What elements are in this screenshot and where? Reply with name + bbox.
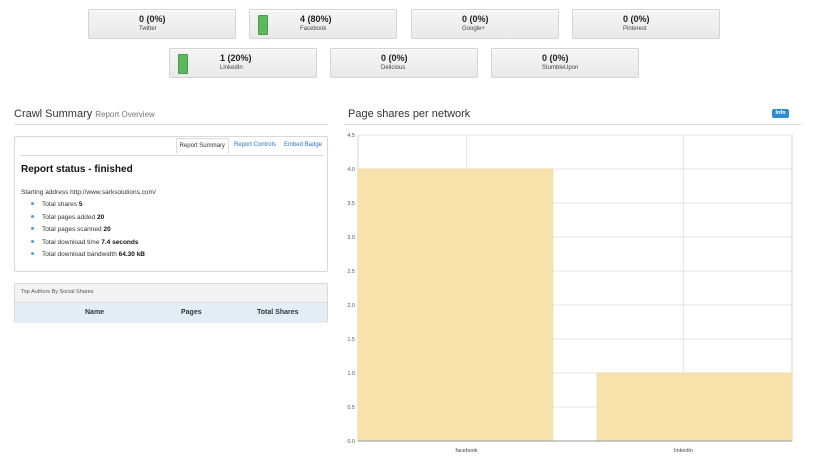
- network-name: Facebook: [300, 26, 327, 32]
- y-tick-label: 4.0: [347, 167, 355, 173]
- x-tick-label: linkedin: [674, 448, 693, 454]
- column-total-shares[interactable]: Total Shares: [257, 309, 299, 316]
- network-tile-twitter[interactable]: 0 (0%) Twitter: [88, 9, 236, 39]
- report-tabs: Report Summary Report Controls Embed Bad…: [174, 138, 325, 154]
- crawl-summary-title: Crawl Summary Report Overview: [14, 108, 155, 120]
- network-tile-facebook[interactable]: 4 (80%) Facebook: [249, 9, 397, 39]
- bullet-icon: [31, 202, 34, 206]
- share-count: 0 (0%): [623, 14, 650, 24]
- share-count: 0 (0%): [381, 53, 408, 63]
- crawl-summary-heading: Crawl Summary: [14, 108, 93, 120]
- tab-divider: [19, 155, 323, 156]
- bullet-icon: [31, 214, 34, 218]
- top-authors-title: Top Authors By Social Shares: [21, 289, 94, 295]
- y-tick-label: 3.5: [347, 201, 355, 207]
- stat-label: Total download bandwidth: [42, 251, 117, 258]
- report-status-heading: Report status - finished: [21, 164, 133, 175]
- column-pages[interactable]: Pages: [181, 309, 202, 316]
- y-tick-label: 3.0: [347, 235, 355, 241]
- bullet-icon: [31, 227, 34, 231]
- share-count: 4 (80%): [300, 14, 332, 24]
- share-count: 0 (0%): [462, 14, 489, 24]
- share-bar-icon: [178, 54, 188, 74]
- share-count: 0 (0%): [542, 53, 569, 63]
- stat-value: 7.4 seconds: [101, 238, 139, 246]
- report-stats-list: Total shares 5 Total pages added 20 Total …: [21, 201, 145, 264]
- network-name: Pinterest: [623, 26, 647, 32]
- stat-value: 5: [78, 201, 83, 208]
- starting-address: Starting address http://www.sarksolution…: [21, 189, 156, 196]
- top-authors-header: Top Authors By Social Shares: [15, 284, 327, 303]
- network-tile-google[interactable]: 0 (0%) Google+: [411, 9, 559, 39]
- stat-label: Total shares: [42, 201, 78, 208]
- network-tile-delicious[interactable]: 0 (0%) Delicious: [330, 48, 478, 78]
- bar-facebook: [357, 168, 554, 442]
- page-shares-title: Page shares per network: [348, 108, 471, 120]
- stat-label: Total pages added: [42, 213, 96, 221]
- bullet-icon: [31, 239, 34, 243]
- y-tick-label: 1.5: [347, 337, 355, 343]
- stat-item: Total download bandwidth 64.30 kB: [21, 251, 145, 264]
- bar-linkedin: [596, 372, 793, 442]
- stat-item: Total pages scanned 20: [21, 226, 145, 239]
- stat-label: Total download time: [42, 238, 100, 246]
- network-tile-stumbleupon[interactable]: 0 (0%) StumbleUpon: [491, 48, 639, 78]
- tab-report-summary[interactable]: Report Summary: [175, 138, 229, 154]
- stat-value: 20: [96, 213, 105, 221]
- report-overview-subtitle: Report Overview: [95, 110, 155, 119]
- network-name: Delicious: [381, 65, 406, 71]
- crawl-summary-divider: [14, 124, 328, 125]
- network-tile-pinterest[interactable]: 0 (0%) Pinterest: [572, 9, 720, 39]
- y-tick-label: 0.0: [347, 439, 355, 445]
- bullet-icon: [31, 252, 34, 256]
- network-name: StumbleUpon: [542, 65, 579, 71]
- y-tick-label: 2.0: [347, 303, 355, 309]
- stat-label: Total pages scanned: [42, 226, 102, 233]
- report-summary-panel: Report Summary Report Controls Embed Bad…: [14, 136, 328, 272]
- share-bar-icon: [258, 15, 268, 35]
- top-authors-columns: Name Pages Total Shares: [15, 303, 327, 323]
- y-tick-label: 0.5: [347, 405, 355, 411]
- y-tick-label: 1.0: [347, 371, 355, 377]
- tab-report-controls[interactable]: Report Controls: [231, 138, 279, 154]
- y-tick-label: 2.5: [347, 269, 355, 275]
- y-tick-label: 4.5: [347, 133, 355, 139]
- page-shares-chart: 0.0 0.5 1.0 1.5 2.0 2.5 3.0 3.5 4.0 4.5 facebook li…: [347, 133, 793, 454]
- stat-item: Total download time 7.4 seconds: [21, 239, 145, 252]
- stat-value: 64.30 kB: [118, 251, 146, 258]
- stat-item: Total pages added 20: [21, 214, 145, 227]
- share-count: 0 (0%): [139, 14, 166, 24]
- column-name[interactable]: Name: [85, 309, 104, 316]
- network-name: Twitter: [139, 26, 157, 32]
- info-badge[interactable]: Info: [772, 109, 789, 118]
- stat-item: Total shares 5: [21, 201, 145, 214]
- network-tile-linkedin[interactable]: 1 (20%) LinkedIn: [169, 48, 317, 78]
- page-shares-divider: [344, 124, 801, 125]
- tab-embed-badge[interactable]: Embed Badge: [281, 138, 325, 154]
- x-tick-label: facebook: [455, 448, 478, 454]
- network-name: Google+: [462, 26, 485, 32]
- top-authors-panel: Top Authors By Social Shares Name Pages …: [14, 283, 328, 323]
- share-count: 1 (20%): [220, 53, 252, 63]
- stat-value: 20: [103, 226, 111, 233]
- network-name: LinkedIn: [220, 65, 243, 71]
